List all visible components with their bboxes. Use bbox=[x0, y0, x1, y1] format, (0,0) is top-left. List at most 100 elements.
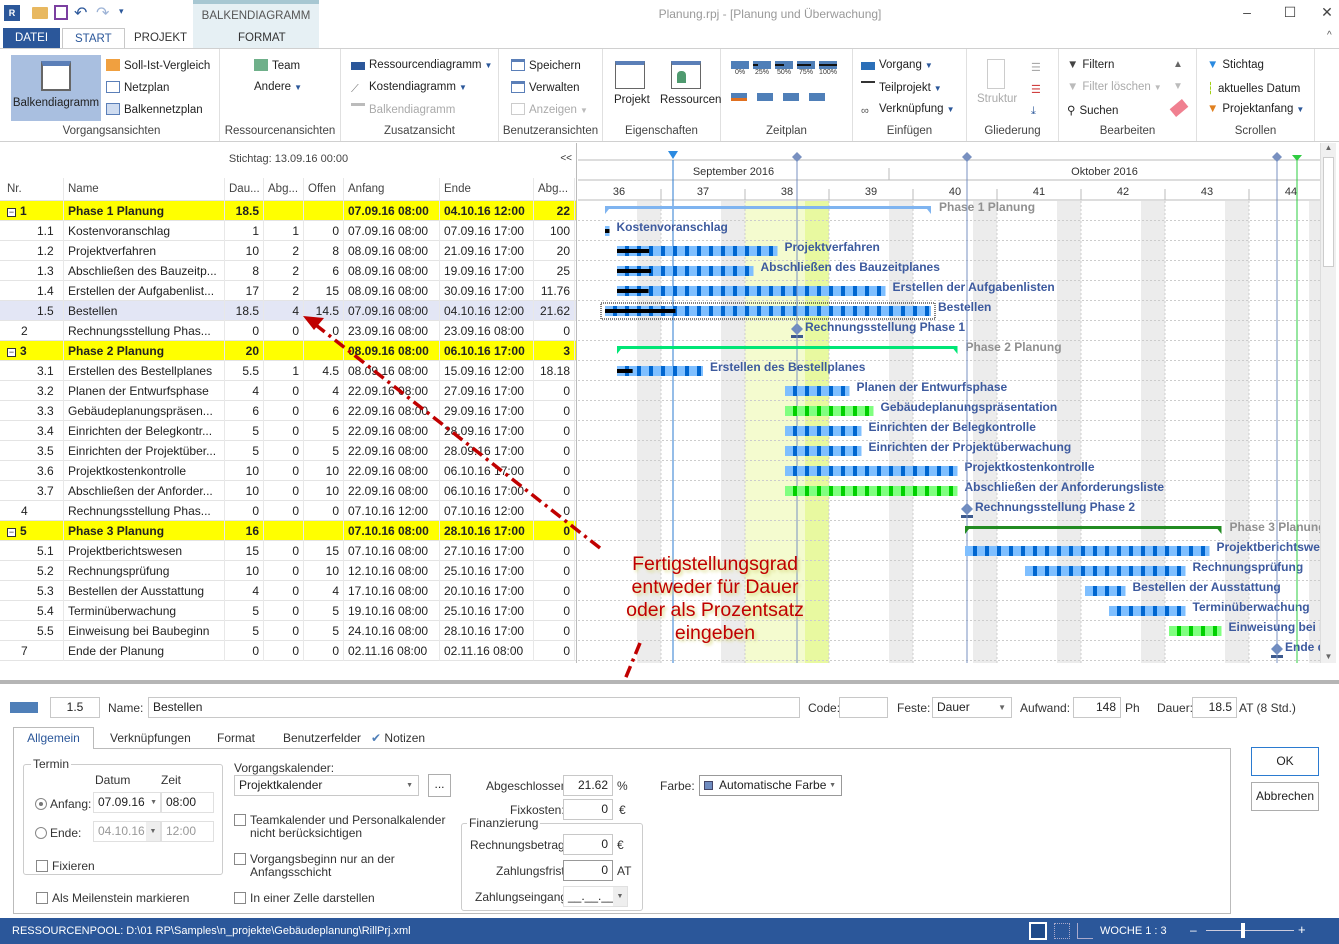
gantt-view-status-icon[interactable] bbox=[1029, 922, 1047, 940]
table-row[interactable]: 5.4 Terminüberwachung 5 0 5 19.10.16 08:00 25.… bbox=[0, 601, 576, 621]
table-row[interactable]: 3.2 Planen der Entwurfsphase 4 0 4 22.09.16 0… bbox=[0, 381, 576, 401]
quick-access-dropdown-icon[interactable]: ▾ bbox=[119, 6, 124, 17]
filter-loeschen-button[interactable]: ▼ Filter löschen ▼ bbox=[1067, 81, 1162, 93]
ende-time-input[interactable]: 12:00 bbox=[161, 821, 214, 842]
tab-format[interactable]: FORMAT bbox=[226, 28, 298, 48]
zoom-out-button[interactable]: – bbox=[1190, 923, 1197, 937]
zoom-scale-label[interactable]: WOCHE 1 : 3 bbox=[1100, 925, 1167, 937]
task-number-field[interactable]: 1.5 bbox=[50, 697, 100, 718]
table-row[interactable]: 1.1 Kostenvoranschlag 1 1 0 07.09.16 08:00 07.… bbox=[0, 221, 576, 241]
column-header[interactable]: Name bbox=[64, 178, 225, 201]
zusatz-balkendiagramm-button[interactable]: Balkendiagramm bbox=[351, 103, 455, 116]
table-row[interactable]: 3.4 Einrichten der Belegkontr... 5 0 5 22.09.… bbox=[0, 421, 576, 441]
column-header[interactable]: Abg... bbox=[264, 178, 304, 201]
projektanfang-button[interactable]: ▼ Projektanfang ▼ bbox=[1207, 103, 1304, 115]
table-row[interactable]: 5.5 Einweisung bei Baubeginn 5 0 5 24.10.16 0… bbox=[0, 621, 576, 641]
tab-projekt[interactable]: PROJEKT bbox=[122, 28, 199, 48]
collapse-icon[interactable]: − bbox=[7, 348, 16, 357]
column-header[interactable]: Anfang bbox=[344, 178, 440, 201]
scroll-thumb[interactable] bbox=[1323, 157, 1334, 267]
ok-button[interactable]: OK bbox=[1251, 747, 1319, 776]
table-row[interactable]: 1.2 Projektverfahren 10 2 8 08.09.16 08:00 21.… bbox=[0, 241, 576, 261]
table-row[interactable]: −5 Phase 3 Planung 16 07.10.16 08:00 28.10.1… bbox=[0, 521, 576, 541]
table-row[interactable]: 3.1 Erstellen des Bestellplanes 5.5 1 4.5 08.… bbox=[0, 361, 576, 381]
project-properties-icon[interactable] bbox=[615, 61, 645, 89]
minimize-button[interactable]: – bbox=[1237, 4, 1257, 22]
code-input[interactable] bbox=[839, 697, 888, 718]
scroll-down-arrow[interactable]: ▼ bbox=[1321, 652, 1336, 661]
speichern-view-button[interactable]: Speichern bbox=[511, 59, 581, 72]
close-button[interactable]: ✕ bbox=[1317, 4, 1337, 22]
dauer-input[interactable]: 18.5 bbox=[1192, 697, 1237, 718]
scroll-up-arrow[interactable]: ▲ bbox=[1321, 143, 1336, 157]
progress-100-button[interactable]: 100% bbox=[819, 61, 837, 76]
kostendiagramm-button[interactable]: ⟋ Kostendiagramm ▼ bbox=[351, 81, 467, 95]
outdent-icon[interactable]: ☰ bbox=[1031, 83, 1041, 96]
table-row[interactable]: 3.5 Einrichten der Projektüber... 5 0 5 22.09… bbox=[0, 441, 576, 461]
ende-date-input[interactable]: 04.10.16 ▼ bbox=[93, 821, 161, 842]
stichtag-button[interactable]: ▼ Stichtag bbox=[1207, 59, 1264, 71]
zahlungseingang-input[interactable]: __.__.__ ▼ bbox=[563, 886, 628, 907]
scroll-up-icon[interactable]: ▲ bbox=[1173, 59, 1183, 70]
eraser-icon[interactable] bbox=[1169, 99, 1189, 117]
maximize-button[interactable]: ☐ bbox=[1280, 4, 1300, 22]
undo-icon[interactable]: ↶ bbox=[74, 3, 87, 23]
table-row[interactable]: 1.4 Erstellen der Aufgabenlist... 17 2 15 08.… bbox=[0, 281, 576, 301]
zoom-slider-thumb[interactable] bbox=[1241, 923, 1246, 938]
table-row[interactable]: 7 Ende der Planung 0 0 0 02.11.16 08:00 02.11.… bbox=[0, 641, 576, 661]
collapse-icon[interactable]: − bbox=[7, 528, 16, 537]
collapse-table-button[interactable]: << bbox=[560, 153, 572, 164]
aufwand-input[interactable]: 148 bbox=[1073, 697, 1121, 718]
redo-icon[interactable]: ↷ bbox=[96, 3, 109, 23]
table-row[interactable]: −3 Phase 2 Planung 20 08.09.16 08:00 06.10.1… bbox=[0, 341, 576, 361]
anfang-time-input[interactable]: 08:00 bbox=[161, 792, 214, 813]
zoom-slider[interactable] bbox=[1206, 923, 1294, 938]
balkendiagramm-button[interactable]: Balkendiagramm bbox=[11, 55, 101, 121]
zelle-checkbox[interactable]: In einer Zelle darstellen bbox=[234, 891, 375, 905]
column-header[interactable]: Dau... bbox=[225, 178, 264, 201]
farbe-select[interactable]: Automatische Farbe ▼ bbox=[699, 775, 842, 796]
task-name-input[interactable]: Bestellen bbox=[148, 697, 800, 718]
progress-50-button[interactable]: 50% bbox=[775, 61, 793, 76]
projekt-button[interactable]: Projekt bbox=[614, 94, 650, 106]
tab-benutzerfelder[interactable]: Benutzerfelder bbox=[283, 731, 361, 745]
fixkosten-input[interactable]: 0 bbox=[563, 799, 613, 820]
team-button[interactable]: Team bbox=[254, 59, 300, 72]
column-header[interactable]: Ende bbox=[440, 178, 534, 201]
merge-task-icon[interactable] bbox=[783, 93, 799, 101]
scroll-down-icon[interactable]: ▼ bbox=[1173, 81, 1183, 92]
indent-icon[interactable]: ☰ bbox=[1031, 61, 1041, 74]
column-header[interactable]: Abg... bbox=[534, 178, 575, 201]
zoom-in-button[interactable]: + bbox=[1298, 922, 1306, 937]
meilenstein-checkbox[interactable]: Als Meilenstein markieren bbox=[36, 891, 189, 905]
balkennetzplan-button[interactable]: Balkennetzplan bbox=[106, 103, 203, 116]
table-row[interactable]: 5.1 Projektberichtswesen 15 0 15 07.10.16 08:… bbox=[0, 541, 576, 561]
vorgang-button[interactable]: Vorgang ▼ bbox=[861, 59, 933, 71]
filtern-button[interactable]: ▼ Filtern bbox=[1067, 59, 1114, 71]
ressourcen-button[interactable]: Ressourcen bbox=[660, 94, 721, 106]
vorgangskalender-select[interactable]: Projektkalender ▼ bbox=[234, 775, 419, 796]
suchen-button[interactable]: ⚲ Suchen bbox=[1067, 103, 1118, 117]
interrupt-task-icon[interactable] bbox=[809, 93, 825, 101]
column-header[interactable]: Offen bbox=[304, 178, 344, 201]
tab-start[interactable]: START bbox=[62, 28, 125, 49]
table-row[interactable]: 3.3 Gebäudeplanungspräsen... 6 0 6 22.09.16 0… bbox=[0, 401, 576, 421]
vertical-scrollbar[interactable]: ▲ ▼ bbox=[1320, 143, 1336, 663]
ribbon-collapse-button[interactable]: ^ bbox=[1327, 30, 1332, 41]
verwalten-button[interactable]: Verwalten bbox=[511, 81, 580, 94]
resource-view-status-icon[interactable] bbox=[1077, 923, 1093, 939]
tab-verknuepfungen[interactable]: Verknüpfungen bbox=[110, 731, 191, 745]
table-row[interactable]: 3.6 Projektkostenkontrolle 10 0 10 22.09.16 0… bbox=[0, 461, 576, 481]
resource-properties-icon[interactable] bbox=[671, 61, 701, 89]
split-task-icon[interactable] bbox=[757, 93, 773, 101]
table-row[interactable]: −1 Phase 1 Planung 18.5 07.09.16 08:00 04.10… bbox=[0, 201, 576, 221]
table-row[interactable]: 1.5 Bestellen 18.5 4 14.5 07.09.16 08:00 04.10… bbox=[0, 301, 576, 321]
open-folder-icon[interactable] bbox=[32, 7, 48, 19]
tab-notizen[interactable]: ✔ Notizen bbox=[371, 731, 425, 745]
andere-button[interactable]: Andere ▼ bbox=[254, 81, 302, 93]
tab-allgemein[interactable]: Allgemein bbox=[13, 727, 94, 749]
kalender-browse-button[interactable]: ... bbox=[428, 774, 451, 797]
anfangsschicht-checkbox[interactable]: Vorgangsbeginn nur an der Anfangsschicht bbox=[234, 853, 395, 879]
aktuelles-datum-button[interactable]: ┆ aktuelles Datum bbox=[1207, 81, 1300, 95]
table-row[interactable]: 3.7 Abschließen der Anforder... 10 0 10 22.09… bbox=[0, 481, 576, 501]
